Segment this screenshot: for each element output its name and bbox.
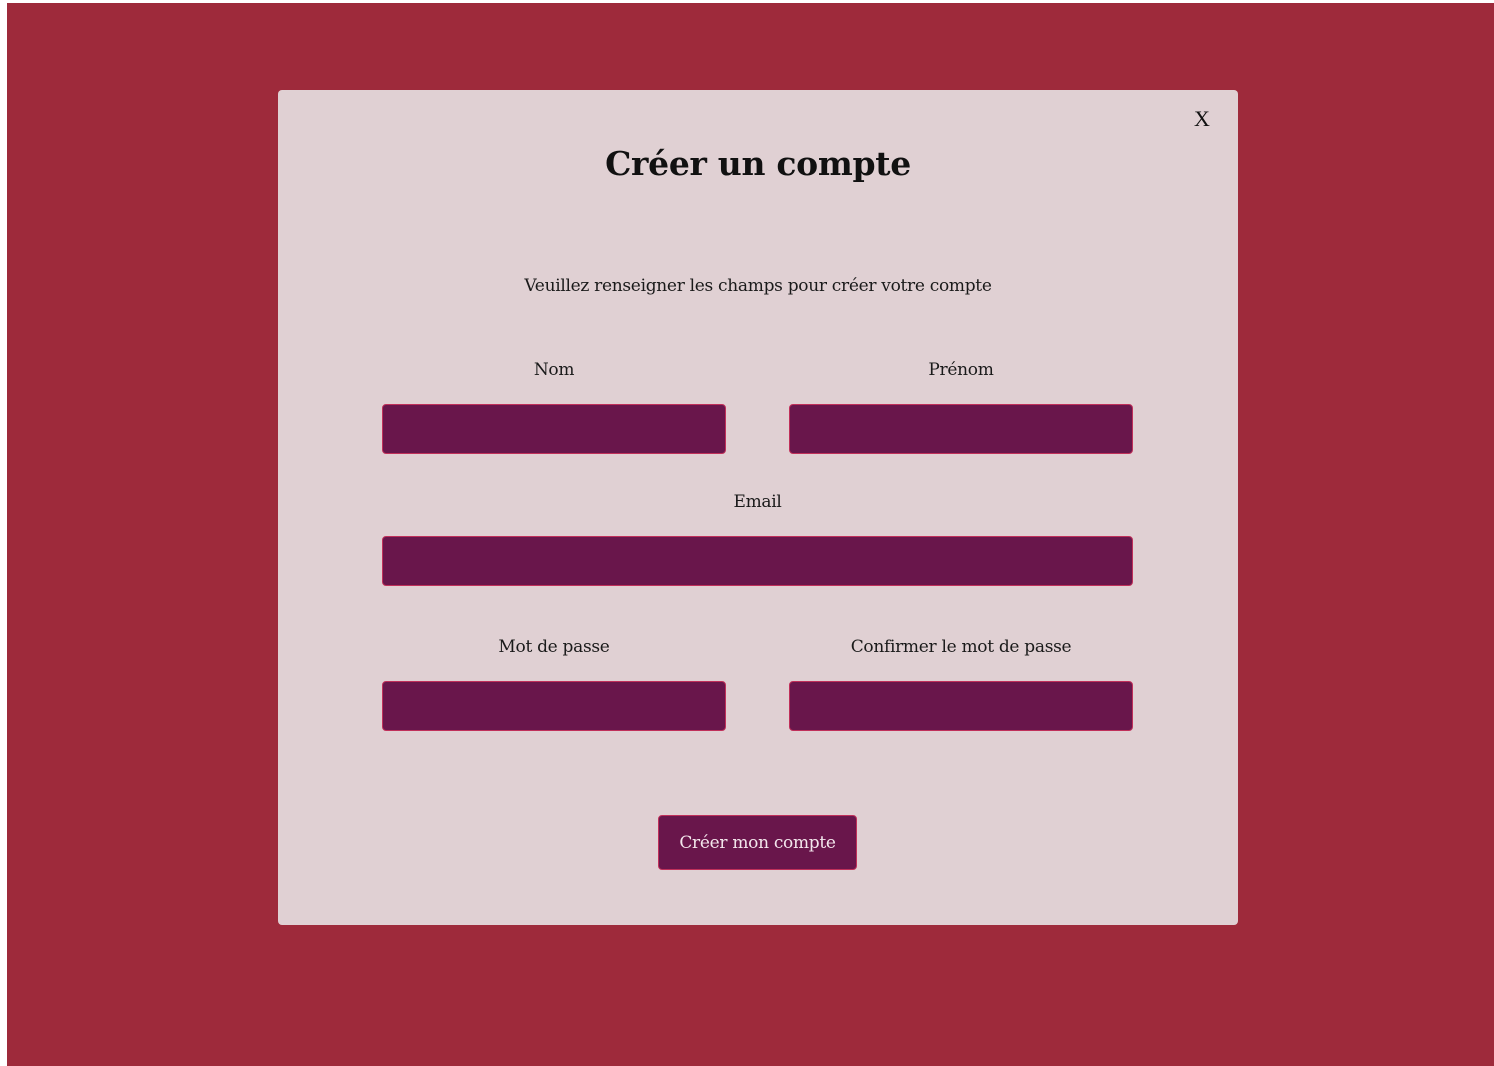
password-label: Mot de passe <box>498 637 610 657</box>
nom-label: Nom <box>533 360 575 380</box>
password-input[interactable] <box>382 681 726 731</box>
prenom-label: Prénom <box>928 360 994 380</box>
confirm-password-label: Confirmer le mot de passe <box>850 637 1072 657</box>
modal-title: Créer un compte <box>605 144 911 183</box>
close-button[interactable]: X <box>1190 106 1214 132</box>
create-account-button[interactable]: Créer mon compte <box>658 815 857 870</box>
nom-input[interactable] <box>382 404 726 454</box>
create-account-modal: X Créer un compte Veuillez renseigner le… <box>278 90 1238 925</box>
confirm-password-input[interactable] <box>789 681 1133 731</box>
email-label: Email <box>733 492 782 512</box>
modal-subtitle: Veuillez renseigner les champs pour crée… <box>524 276 992 296</box>
email-input[interactable] <box>382 536 1133 586</box>
prenom-input[interactable] <box>789 404 1133 454</box>
